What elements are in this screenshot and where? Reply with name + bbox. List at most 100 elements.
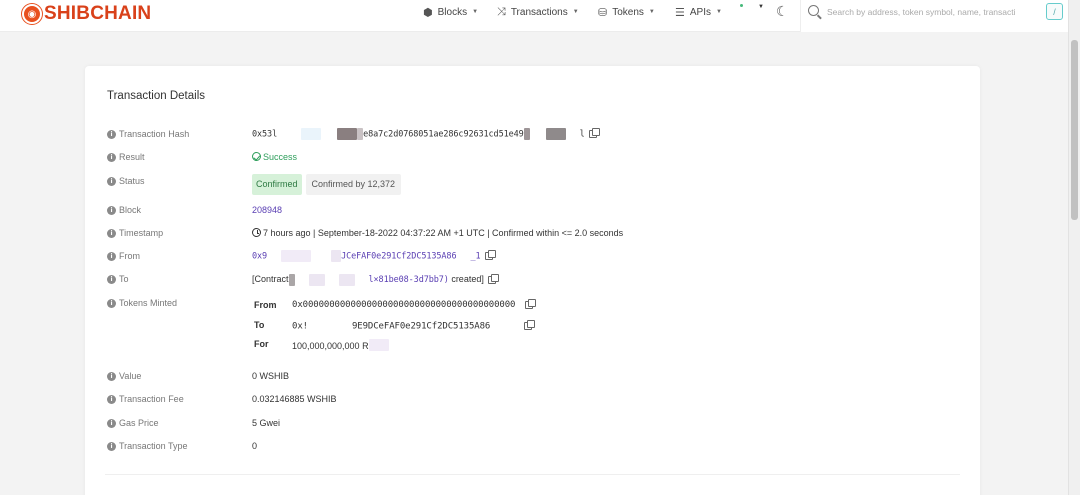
redaction-blur [368, 339, 389, 351]
coins-icon: ⛁ [598, 6, 608, 19]
redaction-blur [281, 250, 312, 262]
list-icon: ☰ [675, 6, 685, 19]
search-icon [808, 5, 819, 16]
result-value: Success [252, 151, 297, 164]
copy-icon[interactable] [588, 128, 600, 138]
gas-price-value: 5 Gwei [252, 418, 281, 428]
label-gas-price: Gas Price [119, 418, 159, 428]
from-suffix: JCeFAF0e291Cf2DC5135A86 [341, 251, 457, 262]
label-transaction-type: Transaction Type [119, 441, 188, 451]
copy-icon[interactable] [487, 273, 499, 284]
clock-icon [252, 228, 261, 237]
token-amount: 100,000,000,000 R [292, 339, 389, 351]
redaction-blur [324, 273, 339, 286]
shiba-logo-icon: ◉ [22, 4, 42, 24]
from-prefix: 0x9 [252, 251, 268, 262]
redaction-blur [301, 128, 322, 140]
from-address-link[interactable]: 0x9 JCeFAF0e291Cf2DC5135A86 _1 [252, 250, 496, 264]
search-input[interactable] [827, 4, 1047, 20]
token-for-label: For [254, 339, 269, 349]
redaction-blur [288, 273, 295, 286]
cube-icon: ⬢ [423, 6, 433, 19]
label-tokens-minted: Tokens Minted [119, 298, 178, 308]
status-value: Confirmed Confirmed by 12,372 [252, 174, 402, 195]
block-link[interactable]: 208948 [252, 204, 282, 217]
info-icon: i [107, 419, 116, 428]
value-amount: 0 WSHIB [252, 371, 290, 381]
info-icon: i [107, 372, 116, 381]
hash-middle: e8a7c2d0768051ae286c92631cd51e49 [363, 129, 524, 140]
token-to-suffix: 9E9DCeFAF0e291Cf2DC5135A86 [351, 321, 491, 332]
transaction-details-card: Transaction Details i Transaction Hash 0… [85, 66, 980, 495]
network-dropdown-chevron-icon[interactable]: ▼ [758, 4, 764, 10]
nav-apis-label: APIs [689, 6, 711, 18]
info-icon: i [107, 395, 116, 404]
search-shortcut-key: / [1046, 3, 1063, 20]
label-status: Status [119, 176, 145, 186]
chevron-down-icon: ▼ [472, 9, 479, 15]
nav-apis[interactable]: ☰ APIs ▼ [675, 0, 722, 24]
token-from-address[interactable]: 0x00000000000000000000000000000000000000… [292, 298, 537, 310]
to-value: [Contract l×81be08-3d7bb7) created] [252, 273, 499, 287]
row-to: i To [Contract l×81be08-3d7bb7) created] [85, 273, 980, 289]
label-value: Value [119, 371, 142, 381]
label-transaction-hash: Transaction Hash [119, 129, 190, 139]
timestamp-value: 7 hours ago | September-18-2022 04:37:22… [252, 227, 623, 240]
result-text: Success [263, 152, 298, 162]
info-icon: i [107, 130, 116, 139]
confirmations-badge: Confirmed by 12,372 [305, 174, 402, 195]
copy-icon[interactable] [484, 250, 496, 260]
redaction-blur [267, 250, 282, 262]
to-created: created] [451, 274, 484, 284]
chevron-down-icon: ▼ [648, 9, 655, 15]
row-status: i Status Confirmed Confirmed by 12,372 [85, 174, 980, 195]
redaction-blur [277, 128, 302, 140]
label-block: Block [119, 205, 142, 215]
search-box: / [800, 0, 1068, 32]
copy-icon[interactable] [525, 298, 537, 309]
info-icon: i [107, 153, 116, 162]
info-icon: i [107, 206, 116, 215]
token-to-prefix: 0x! [292, 321, 308, 332]
page-scrollbar[interactable] [1068, 0, 1080, 495]
nav-transactions[interactable]: ⤨ Transactions ▼ [497, 0, 579, 24]
nav-tokens[interactable]: ⛁ Tokens ▼ [598, 0, 655, 24]
redaction-blur [529, 128, 546, 140]
label-to: To [119, 274, 129, 284]
redaction-blur [354, 273, 369, 286]
divider [105, 474, 960, 475]
hash-suffix: l [579, 129, 585, 140]
scrollbar-thumb[interactable] [1071, 40, 1078, 220]
redaction-blur [337, 128, 358, 140]
label-result: Result [119, 152, 145, 162]
transaction-hash-value: 0x53l e8a7c2d0768051ae286c92631cd51e49 l [252, 128, 600, 142]
nav-blocks[interactable]: ⬢ Blocks ▼ [423, 0, 478, 24]
row-transaction-type: i Transaction Type 0 [85, 440, 980, 456]
row-transaction-fee: i Transaction Fee 0.032146885 WSHIB [85, 393, 980, 409]
redaction-blur [338, 273, 355, 286]
nav-transactions-label: Transactions [510, 6, 568, 18]
dark-mode-moon-icon[interactable]: ☾ [776, 3, 789, 20]
label-transaction-fee: Transaction Fee [119, 394, 184, 404]
token-to-label: To [254, 320, 265, 330]
redaction-blur [321, 128, 338, 140]
redaction-blur [311, 250, 332, 262]
site-logo[interactable]: ◉ SHIBCHAIN [22, 3, 151, 25]
transaction-fee-value: 0.032146885 WSHIB [252, 394, 337, 404]
row-value: i Value 0 WSHIB [85, 370, 980, 386]
row-gas-price: i Gas Price 5 Gwei [85, 417, 980, 433]
token-to-address[interactable]: 0x! 9E9DCeFAF0e291Cf2DC5135A86 [292, 320, 536, 332]
info-icon: i [107, 229, 116, 238]
redaction-blur [565, 128, 580, 140]
arrows-icon: ⤨ [497, 5, 506, 18]
token-amount-text: 100,000,000,000 R [292, 341, 369, 351]
info-icon: i [107, 299, 116, 308]
timestamp-text: 7 hours ago | September-18-2022 04:37:22… [263, 228, 624, 238]
info-icon: i [107, 442, 116, 451]
from-tail: _1 [470, 251, 481, 262]
transaction-type-value: 0 [252, 441, 258, 451]
copy-icon[interactable] [524, 320, 536, 330]
to-contract-link[interactable]: l×81be08-3d7bb7) [369, 275, 449, 285]
redaction-blur [456, 250, 471, 262]
token-from-label: From [254, 300, 277, 310]
